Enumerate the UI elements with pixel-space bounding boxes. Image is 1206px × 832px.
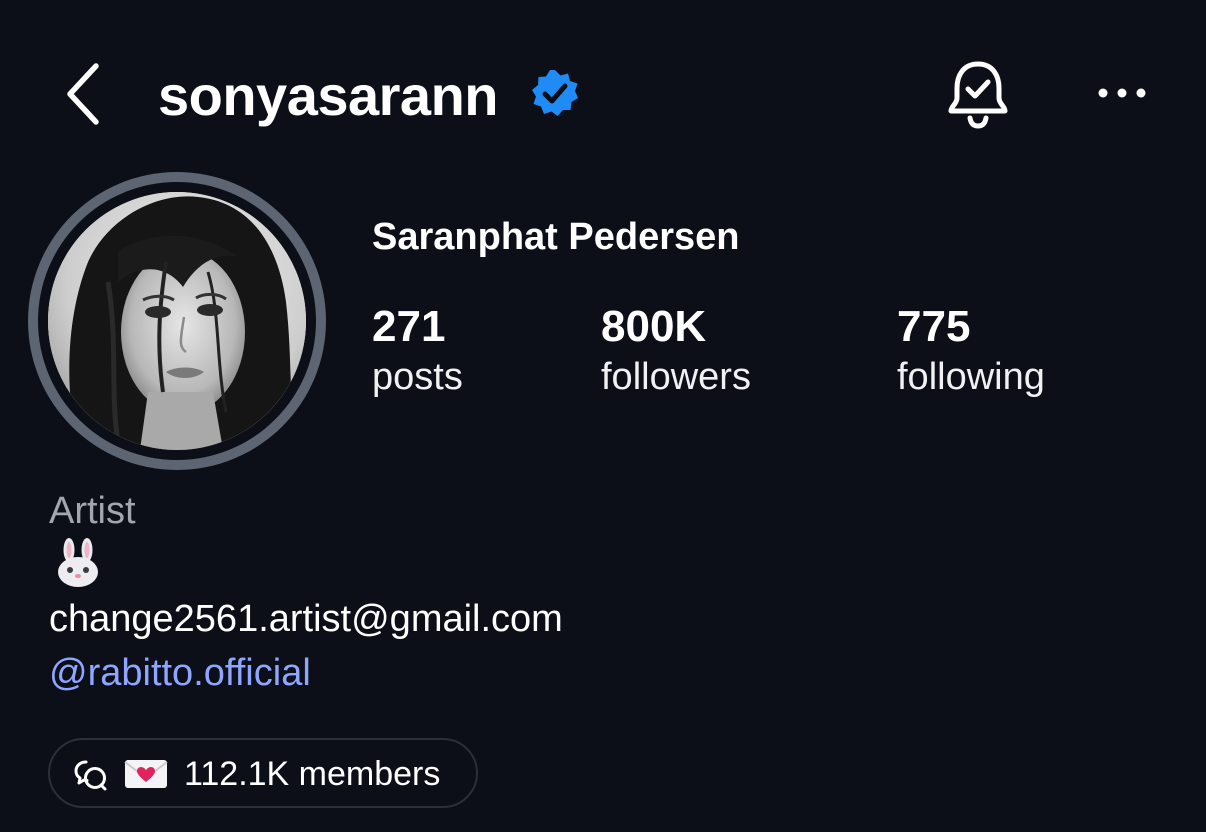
profile-category: Artist	[49, 490, 136, 532]
bell-check-icon	[948, 61, 1008, 129]
broadcast-channel-icon	[74, 760, 107, 791]
verified-badge-icon	[530, 68, 580, 118]
back-button[interactable]	[62, 62, 106, 126]
profile-mention-link[interactable]: @rabitto.official	[49, 650, 311, 696]
rabbit-face-icon	[54, 538, 102, 588]
stat-following-value: 775	[897, 302, 971, 351]
stat-posts[interactable]: 271 posts	[372, 302, 463, 402]
stat-posts-value: 271	[372, 302, 446, 351]
stat-following-label: following	[897, 356, 1045, 398]
profile-email[interactable]: change2561.artist@gmail.com	[49, 596, 563, 642]
stat-followers[interactable]: 800K followers	[601, 302, 751, 402]
more-horizontal-icon	[1098, 88, 1146, 98]
love-letter-icon	[124, 760, 168, 788]
profile-full-name: Saranphat Pedersen	[372, 216, 740, 258]
stat-following[interactable]: 775 following	[897, 302, 1045, 402]
more-options-button[interactable]	[1092, 78, 1152, 108]
avatar[interactable]	[48, 192, 306, 450]
profile-page: sonyasarann Saranphat Pedersen 271 posts…	[0, 0, 1206, 832]
broadcast-channel-button[interactable]: 112.1K members	[48, 738, 478, 808]
chevron-left-icon	[67, 63, 99, 125]
profile-username: sonyasarann	[158, 64, 499, 127]
channel-members-count: 112.1K members	[184, 755, 441, 793]
stat-posts-label: posts	[372, 356, 463, 398]
stat-followers-label: followers	[601, 356, 751, 398]
stat-followers-value: 800K	[601, 302, 707, 351]
notifications-button[interactable]	[944, 58, 1012, 130]
